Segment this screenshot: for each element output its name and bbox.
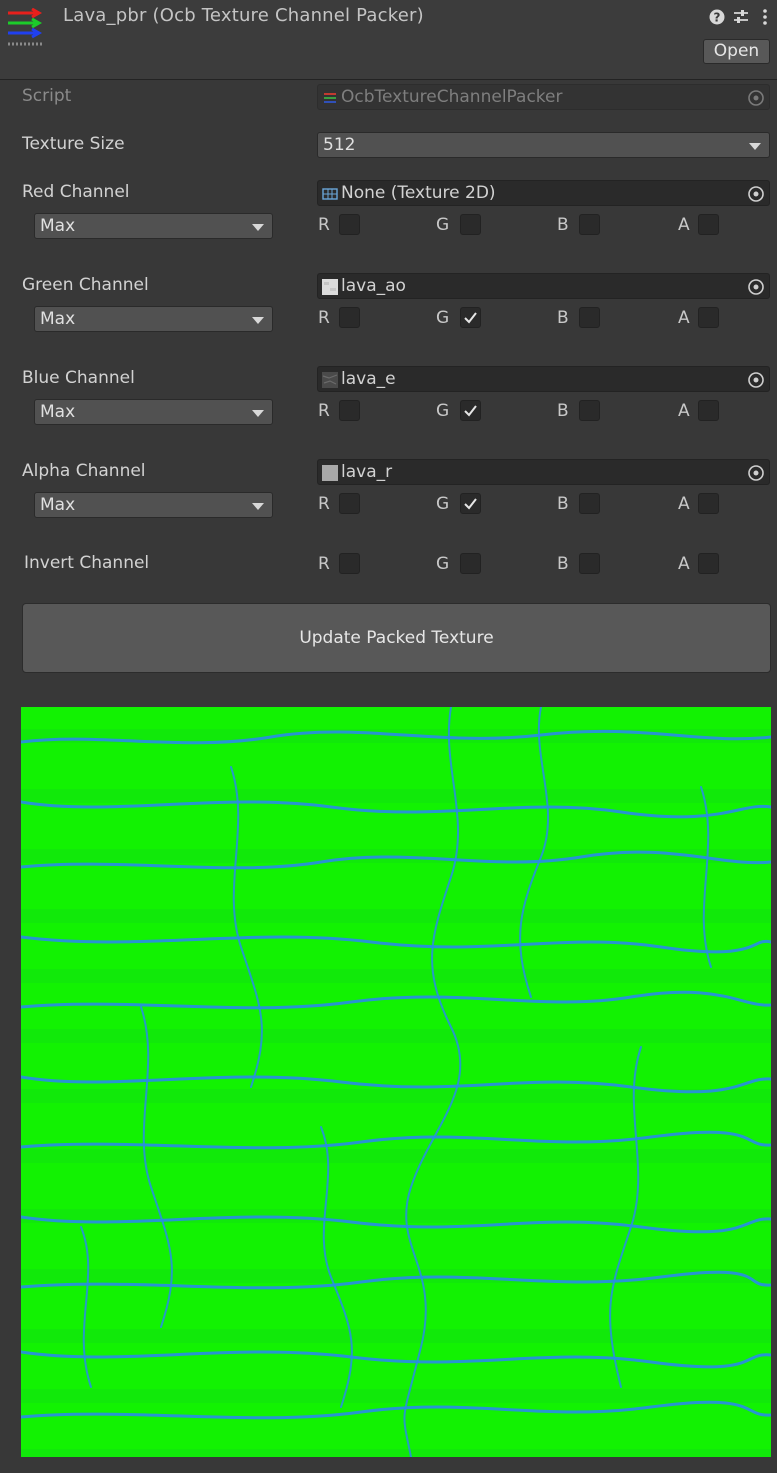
red-channel-a-checkbox[interactable]	[698, 214, 719, 235]
blue-channel-texture-value: lava_e	[341, 369, 396, 389]
channel-g-label: G	[436, 215, 450, 235]
channel-a-label: A	[678, 554, 690, 574]
script-value: OcbTextureChannelPacker	[341, 87, 563, 107]
lava-cracks-pattern	[21, 707, 771, 1457]
more-menu-icon[interactable]	[756, 8, 774, 26]
blue-channel-b-checkbox[interactable]	[579, 400, 600, 421]
channel-a-label: A	[678, 401, 690, 421]
green-channel-texture-field[interactable]: lava_ao	[317, 273, 770, 299]
svg-text:?: ?	[714, 11, 721, 25]
chevron-down-icon	[252, 224, 264, 231]
red-channel-b-checkbox[interactable]	[579, 214, 600, 235]
green-channel-mode-dropdown[interactable]: Max	[34, 306, 273, 332]
help-icon[interactable]: ?	[708, 8, 726, 26]
green-channel-r-checkbox[interactable]	[339, 307, 360, 328]
channel-r-label: R	[318, 215, 330, 235]
object-picker-icon[interactable]	[746, 277, 766, 297]
inspector-header: Lava_pbr (Ocb Texture Channel Packer) ? …	[0, 0, 777, 80]
blue-channel-texture-field[interactable]: lava_e	[317, 366, 770, 392]
update-packed-texture-button[interactable]: Update Packed Texture	[22, 603, 771, 673]
script-field: OcbTextureChannelPacker	[317, 84, 770, 110]
red-channel-label: Red Channel	[22, 182, 130, 202]
channel-b-label: B	[557, 215, 569, 235]
object-picker-icon	[748, 90, 764, 106]
invert-g-checkbox[interactable]	[460, 553, 481, 574]
channel-r-label: R	[318, 494, 330, 514]
checkmark-icon	[464, 312, 477, 324]
alpha-channel-a-checkbox[interactable]	[698, 493, 719, 514]
red-channel-mode-value: Max	[40, 216, 76, 236]
chevron-down-icon	[252, 317, 264, 324]
channel-b-label: B	[557, 308, 569, 328]
blue-channel-a-checkbox[interactable]	[698, 400, 719, 421]
green-channel-label: Green Channel	[22, 275, 149, 295]
object-picker-icon[interactable]	[746, 463, 766, 483]
chevron-down-icon	[252, 503, 264, 510]
channel-g-label: G	[436, 554, 450, 574]
script-label: Script	[22, 86, 72, 106]
invert-channel-label: Invert Channel	[24, 553, 150, 573]
invert-a-checkbox[interactable]	[698, 553, 719, 574]
checkmark-icon	[464, 405, 477, 417]
alpha-channel-g-checkbox[interactable]	[460, 493, 481, 514]
inspector-title: Lava_pbr (Ocb Texture Channel Packer)	[63, 5, 424, 26]
blue-channel-mode-dropdown[interactable]: Max	[34, 399, 273, 425]
channel-r-label: R	[318, 401, 330, 421]
alpha-channel-texture-value: lava_r	[341, 462, 393, 482]
texture-size-value: 512	[323, 135, 356, 155]
channel-g-label: G	[436, 308, 450, 328]
channel-b-label: B	[557, 401, 569, 421]
green-channel-g-checkbox[interactable]	[460, 307, 481, 328]
blue-channel-g-checkbox[interactable]	[460, 400, 481, 421]
invert-r-checkbox[interactable]	[339, 553, 360, 574]
texture-channel-packer-icon	[8, 8, 43, 46]
texture-thumbnail-icon	[322, 279, 338, 295]
texture-size-dropdown[interactable]: 512	[317, 132, 770, 158]
blue-channel-mode-value: Max	[40, 402, 76, 422]
red-channel-g-checkbox[interactable]	[460, 214, 481, 235]
presets-icon[interactable]	[732, 8, 750, 26]
green-channel-a-checkbox[interactable]	[698, 307, 719, 328]
channel-b-label: B	[557, 494, 569, 514]
green-channel-b-checkbox[interactable]	[579, 307, 600, 328]
texture-2d-icon	[322, 188, 338, 200]
chevron-down-icon	[749, 143, 761, 150]
green-channel-mode-value: Max	[40, 309, 76, 329]
channel-r-label: R	[318, 308, 330, 328]
alpha-channel-b-checkbox[interactable]	[579, 493, 600, 514]
red-channel-texture-field[interactable]: None (Texture 2D)	[317, 180, 770, 206]
alpha-channel-r-checkbox[interactable]	[339, 493, 360, 514]
red-channel-mode-dropdown[interactable]: Max	[34, 213, 273, 239]
chevron-down-icon	[252, 410, 264, 417]
packed-texture-preview	[21, 707, 771, 1457]
red-channel-r-checkbox[interactable]	[339, 214, 360, 235]
alpha-channel-texture-field[interactable]: lava_r	[317, 459, 770, 485]
alpha-channel-label: Alpha Channel	[22, 461, 146, 481]
channel-r-label: R	[318, 554, 330, 574]
channel-g-label: G	[436, 494, 450, 514]
channel-b-label: B	[557, 554, 569, 574]
texture-thumbnail-icon	[322, 372, 338, 388]
blue-channel-label: Blue Channel	[22, 368, 135, 388]
open-button[interactable]: Open	[703, 39, 770, 64]
texture-size-label: Texture Size	[22, 134, 125, 154]
channel-a-label: A	[678, 494, 690, 514]
red-channel-texture-value: None (Texture 2D)	[341, 183, 496, 203]
green-channel-texture-value: lava_ao	[341, 276, 406, 296]
script-icon	[324, 93, 336, 103]
channel-g-label: G	[436, 401, 450, 421]
object-picker-icon[interactable]	[746, 184, 766, 204]
channel-a-label: A	[678, 308, 690, 328]
alpha-channel-mode-value: Max	[40, 495, 76, 515]
texture-thumbnail-icon	[322, 465, 338, 481]
channel-a-label: A	[678, 215, 690, 235]
blue-channel-r-checkbox[interactable]	[339, 400, 360, 421]
object-picker-icon[interactable]	[746, 370, 766, 390]
checkmark-icon	[464, 498, 477, 510]
invert-b-checkbox[interactable]	[579, 553, 600, 574]
alpha-channel-mode-dropdown[interactable]: Max	[34, 492, 273, 518]
